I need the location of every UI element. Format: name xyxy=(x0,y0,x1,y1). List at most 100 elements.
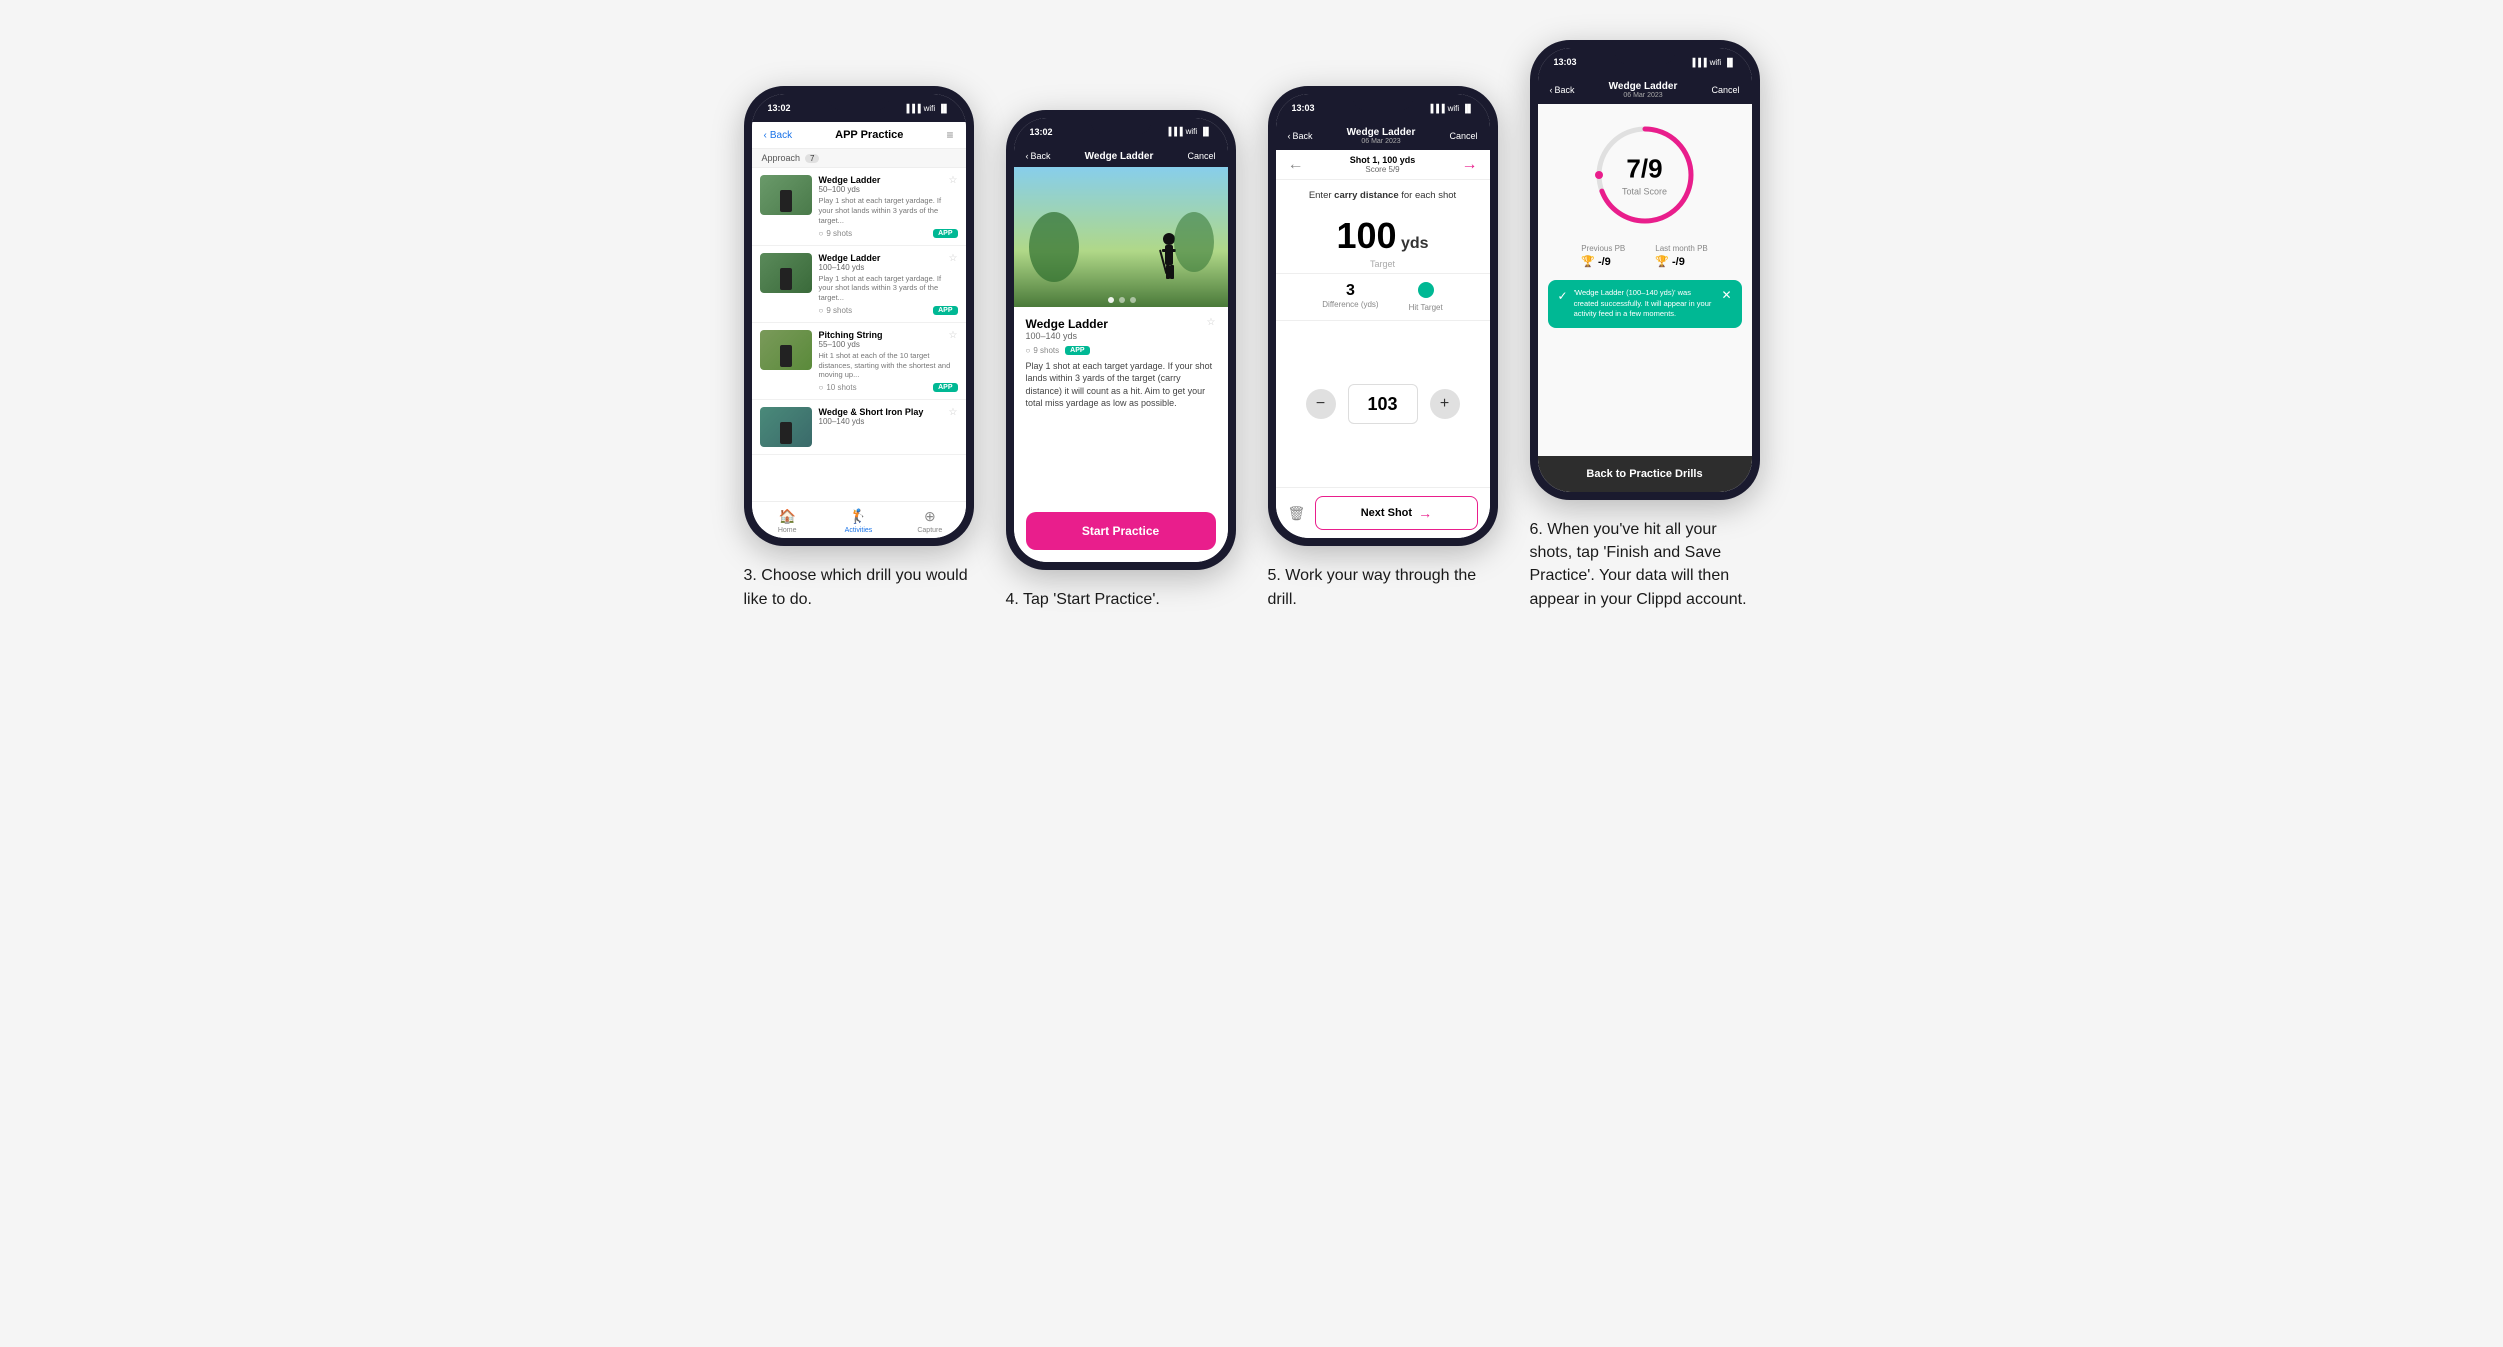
star-icon-detail[interactable]: ☆ xyxy=(1207,317,1216,328)
drill-item-2[interactable]: Pitching String 55–100 yds ☆ Hit 1 shot … xyxy=(752,323,966,400)
menu-icon-1[interactable]: ≡ xyxy=(946,128,953,142)
last-month-pb: Last month PB 🏆 -/9 xyxy=(1655,244,1707,268)
status-icons-2: ▐▐▐ wifi ▐▌ xyxy=(1166,127,1212,136)
detail-header-2: Wedge Ladder 100–140 yds ☆ xyxy=(1026,317,1216,341)
nav-subtitle-4: 06 Mar 2023 xyxy=(1623,92,1662,99)
phone-inner-2: 13:02 ▐▐▐ wifi ▐▌ ‹ Back Wedge Ladder Ca… xyxy=(1014,118,1228,562)
nav-cancel-2[interactable]: Cancel xyxy=(1187,151,1215,161)
nav-back-2[interactable]: ‹ Back xyxy=(1026,151,1051,161)
last-month-pb-value: 🏆 -/9 xyxy=(1655,255,1707,268)
success-banner: ✓ 'Wedge Ladder (100–140 yds)' was creat… xyxy=(1548,280,1742,328)
nav-capture-label: Capture xyxy=(917,527,942,534)
detail-range-2: 100–140 yds xyxy=(1026,331,1108,341)
status-time-1: 13:02 xyxy=(768,103,791,113)
star-icon-2[interactable]: ☆ xyxy=(949,330,958,341)
chevron-left-icon: ‹ xyxy=(764,130,767,141)
nav-back-3[interactable]: ‹ Back xyxy=(1288,131,1313,141)
star-icon-0[interactable]: ☆ xyxy=(949,175,958,186)
nav-activities[interactable]: 🏌️ Activities xyxy=(823,508,894,534)
score-circle-container: 7/9 Total Score xyxy=(1538,104,1752,238)
drill-list-1: Wedge Ladder 50–100 yds ☆ Play 1 shot at… xyxy=(752,168,966,501)
target-yds: 100 xyxy=(1336,215,1396,256)
carry-post: for each shot xyxy=(1399,190,1457,201)
nav-cancel-4[interactable]: Cancel xyxy=(1711,85,1739,95)
nav-bar-2: ‹ Back Wedge Ladder Cancel xyxy=(1014,146,1228,167)
star-icon-1[interactable]: ☆ xyxy=(949,253,958,264)
status-bar-4: 13:03 ▐▐▐ wifi ▐▌ xyxy=(1538,48,1752,76)
difference-stat: 3 Difference (yds) xyxy=(1322,282,1378,312)
clock-icon-2: ○ xyxy=(819,383,824,392)
close-icon[interactable]: ✕ xyxy=(1721,288,1731,302)
increment-button[interactable]: + xyxy=(1430,389,1460,419)
drill-item-1[interactable]: Wedge Ladder 100–140 yds ☆ Play 1 shot a… xyxy=(752,246,966,323)
wifi-icon-4: wifi xyxy=(1710,58,1722,67)
golf-image-svg xyxy=(1014,167,1228,307)
caption-1: 3. Choose which drill you would like to … xyxy=(744,564,974,610)
capture-icon: ⊕ xyxy=(924,508,936,525)
signal-icon-4: ▐▐▐ xyxy=(1690,58,1707,67)
app-badge-1: APP xyxy=(933,306,957,315)
target-display: 100 yds Target xyxy=(1276,207,1490,273)
decrement-button[interactable]: − xyxy=(1306,389,1336,419)
section-count-1: 7 xyxy=(805,154,819,163)
status-icons-3: ▐▐▐ wifi ▐▌ xyxy=(1428,104,1474,113)
battery-icon-4: ▐▌ xyxy=(1724,58,1735,67)
trophy-icon-1: 🏆 xyxy=(1581,255,1595,268)
previous-pb-value: 🏆 -/9 xyxy=(1581,255,1625,268)
finish-button[interactable]: Back to Practice Drills xyxy=(1538,456,1752,492)
shots-text-1: 9 shots xyxy=(826,306,852,315)
drill-detail-2: Wedge Ladder 100–140 yds ☆ ○ 9 shots APP xyxy=(1014,307,1228,512)
target-label: Target xyxy=(1276,259,1490,269)
caption-2: 4. Tap 'Start Practice'. xyxy=(1006,588,1160,611)
start-practice-button[interactable]: Start Practice xyxy=(1026,512,1216,550)
caption-4: 6. When you've hit all your shots, tap '… xyxy=(1530,518,1760,611)
nav-home-label: Home xyxy=(778,527,797,534)
nav-home[interactable]: 🏠 Home xyxy=(752,508,823,534)
shot-info: Shot 1, 100 yds Score 5/9 xyxy=(1350,155,1416,174)
drill-item-3[interactable]: Wedge & Short Iron Play 100–140 yds ☆ xyxy=(752,400,966,455)
nav-cancel-3[interactable]: Cancel xyxy=(1449,131,1477,141)
phone-frame-4: 13:03 ▐▐▐ wifi ▐▌ ‹ Back Wedge Ladder 06… xyxy=(1530,40,1760,500)
hit-target-stat: Hit Target xyxy=(1409,282,1443,312)
last-month-pb-label: Last month PB xyxy=(1655,244,1707,253)
caption-3: 5. Work your way through the drill. xyxy=(1268,564,1498,610)
drill-item-0[interactable]: Wedge Ladder 50–100 yds ☆ Play 1 shot at… xyxy=(752,168,966,245)
phone-section-1: 13:02 ▐▐▐ wifi ▐▌ ‹ Back APP Practice ≡ xyxy=(744,86,974,610)
wifi-icon-2: wifi xyxy=(1186,127,1198,136)
next-shot-arrow[interactable]: → xyxy=(1462,156,1478,174)
chevron-left-icon-4: ‹ xyxy=(1550,85,1553,95)
phone4-body: 7/9 Total Score Previous PB 🏆 -/9 xyxy=(1538,104,1752,492)
drill-name-2: Pitching String xyxy=(819,330,883,340)
phones-row: 13:02 ▐▐▐ wifi ▐▌ ‹ Back APP Practice ≡ xyxy=(744,40,1760,611)
next-shot-button[interactable]: Next Shot → xyxy=(1315,496,1477,530)
nav-capture[interactable]: ⊕ Capture xyxy=(894,508,965,534)
status-icons-1: ▐▐▐ wifi ▐▌ xyxy=(904,104,950,113)
star-icon-3[interactable]: ☆ xyxy=(949,407,958,418)
shots-text-0: 9 shots xyxy=(826,229,852,238)
drill-info-1: Wedge Ladder 100–140 yds ☆ Play 1 shot a… xyxy=(819,253,958,315)
nav-title-3: Wedge Ladder xyxy=(1347,127,1416,138)
chevron-left-icon-3: ‹ xyxy=(1288,131,1291,141)
phone-frame-2: 13:02 ▐▐▐ wifi ▐▌ ‹ Back Wedge Ladder Ca… xyxy=(1006,110,1236,570)
nav-back-4[interactable]: ‹ Back xyxy=(1550,85,1575,95)
drill-name-1: Wedge Ladder xyxy=(819,253,881,263)
prev-shot-arrow[interactable]: ← xyxy=(1288,156,1304,174)
next-shot-label: Next Shot xyxy=(1361,507,1412,519)
next-arrow-icon: → xyxy=(1418,505,1432,521)
status-bar-3: 13:03 ▐▐▐ wifi ▐▌ xyxy=(1276,94,1490,122)
status-icons-4: ▐▐▐ wifi ▐▌ xyxy=(1690,58,1736,67)
hit-target-label: Hit Target xyxy=(1409,303,1443,312)
home-icon: 🏠 xyxy=(778,508,795,525)
hit-target-icon xyxy=(1418,282,1434,298)
carry-pre: Enter xyxy=(1309,190,1334,201)
wifi-icon: wifi xyxy=(924,104,936,113)
drill-name-0: Wedge Ladder xyxy=(819,175,881,185)
distance-input[interactable]: 103 xyxy=(1348,384,1418,424)
nav-back-1[interactable]: ‹ Back xyxy=(764,130,793,141)
trash-icon[interactable]: 🗑 xyxy=(1288,505,1306,522)
clock-icon-detail: ○ xyxy=(1026,346,1031,355)
drill-desc-0: Play 1 shot at each target yardage. If y… xyxy=(819,196,958,225)
drill-desc-1: Play 1 shot at each target yardage. If y… xyxy=(819,274,958,303)
wifi-icon-3: wifi xyxy=(1448,104,1460,113)
drill-thumb-0 xyxy=(760,175,812,215)
